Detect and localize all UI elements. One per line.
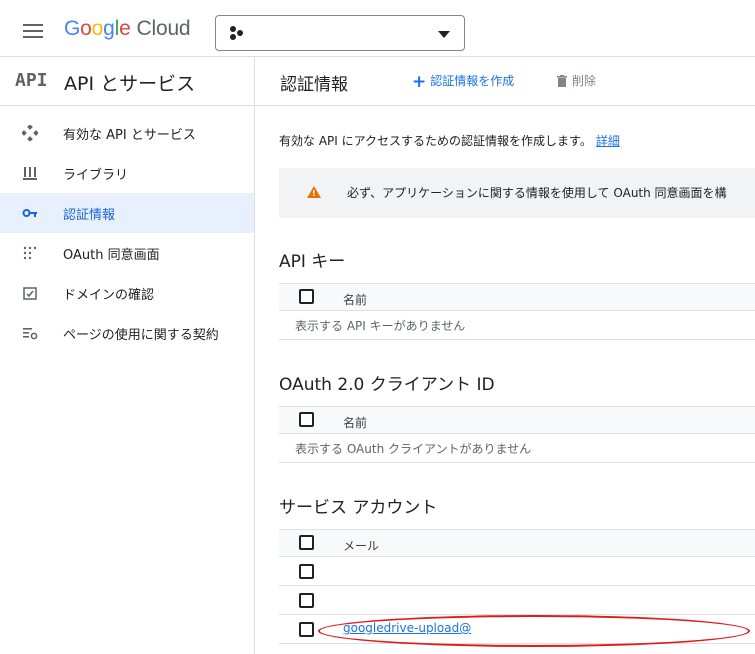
main-header: 認証情報 + 認証情報を作成 削除	[255, 57, 755, 106]
sidebar-item-enabled-apis[interactable]: 有効な API とサービス	[0, 113, 254, 153]
sidebar-item-library[interactable]: ライブラリ	[0, 153, 254, 193]
column-header-name: 名前	[343, 293, 368, 307]
sidebar: API API とサービス 有効な API とサービス ライブラリ 認証情報 O…	[0, 57, 255, 654]
domain-verification-icon	[22, 285, 38, 301]
api-keys-empty-row: 表示する API キーがありません	[279, 311, 755, 340]
sidebar-nav: 有効な API とサービス ライブラリ 認証情報 OAuth 同意画面 ドメイン…	[0, 113, 254, 353]
page-usage-agreement-icon	[22, 325, 38, 341]
sidebar-item-label: ドメインの確認	[63, 288, 155, 303]
page-title: 認証情報	[280, 75, 348, 95]
project-icon	[230, 26, 244, 40]
row-checkbox[interactable]	[299, 622, 314, 637]
learn-more-link[interactable]: 詳細	[596, 134, 620, 148]
row-checkbox[interactable]	[299, 564, 314, 579]
api-logo-icon: API	[15, 70, 48, 91]
highlight-ellipse	[318, 615, 750, 647]
library-icon	[22, 165, 38, 181]
api-keys-title: API キー	[279, 252, 346, 272]
sidebar-item-credentials[interactable]: 認証情報	[0, 193, 254, 233]
key-icon	[22, 205, 38, 221]
create-credentials-button[interactable]: + 認証情報を作成	[412, 72, 514, 92]
row-checkbox[interactable]	[299, 593, 314, 608]
table-row	[279, 586, 755, 615]
warning-message: 必ず、アプリケーションに関する情報を使用して OAuth 同意画面を構	[347, 186, 727, 200]
google-cloud-logo[interactable]: Google Cloud	[64, 17, 191, 41]
main-content: 認証情報 + 認証情報を作成 削除 有効な API にアクセスするための認証情報を…	[255, 57, 755, 654]
delete-button[interactable]: 削除	[557, 72, 596, 89]
sidebar-item-label: 有効な API とサービス	[63, 128, 196, 143]
chevron-down-icon	[438, 31, 450, 38]
oauth-clients-empty-row: 表示する OAuth クライアントがありません	[279, 434, 755, 463]
select-all-checkbox[interactable]	[299, 535, 314, 550]
column-header-name: 名前	[343, 416, 368, 430]
trash-icon	[557, 75, 567, 87]
service-accounts-title: サービス アカウント	[279, 498, 438, 518]
sidebar-item-label: OAuth 同意画面	[63, 248, 160, 263]
select-all-checkbox[interactable]	[299, 412, 314, 427]
oauth-consent-icon	[22, 245, 38, 261]
column-header-email: メール	[343, 539, 380, 553]
sidebar-title: API とサービス	[64, 73, 196, 95]
sidebar-item-label: 認証情報	[63, 208, 116, 223]
sidebar-item-domain-verification[interactable]: ドメインの確認	[0, 273, 254, 313]
oauth-clients-title: OAuth 2.0 クライアント ID	[279, 375, 495, 395]
project-selector[interactable]	[215, 15, 465, 51]
top-bar: Google Cloud	[0, 0, 755, 57]
select-all-checkbox[interactable]	[299, 289, 314, 304]
sidebar-item-page-usage-agreements[interactable]: ページの使用に関する契約	[0, 313, 254, 353]
warning-banner: ! 必ず、アプリケーションに関する情報を使用して OAuth 同意画面を構	[279, 168, 755, 218]
service-accounts-table-header: メール	[279, 529, 755, 557]
oauth-clients-table-header: 名前	[279, 406, 755, 434]
plus-icon: +	[412, 72, 427, 92]
intro-text: 有効な API にアクセスするための認証情報を作成します。 詳細	[279, 134, 620, 148]
api-keys-table-header: 名前	[279, 283, 755, 311]
menu-icon[interactable]	[23, 24, 43, 38]
sidebar-item-label: ページの使用に関する契約	[63, 328, 219, 343]
sidebar-item-oauth-consent[interactable]: OAuth 同意画面	[0, 233, 254, 273]
table-row	[279, 557, 755, 586]
sidebar-header: API API とサービス	[0, 57, 255, 106]
sidebar-item-label: ライブラリ	[63, 168, 129, 183]
enabled-apis-icon	[21, 124, 39, 142]
